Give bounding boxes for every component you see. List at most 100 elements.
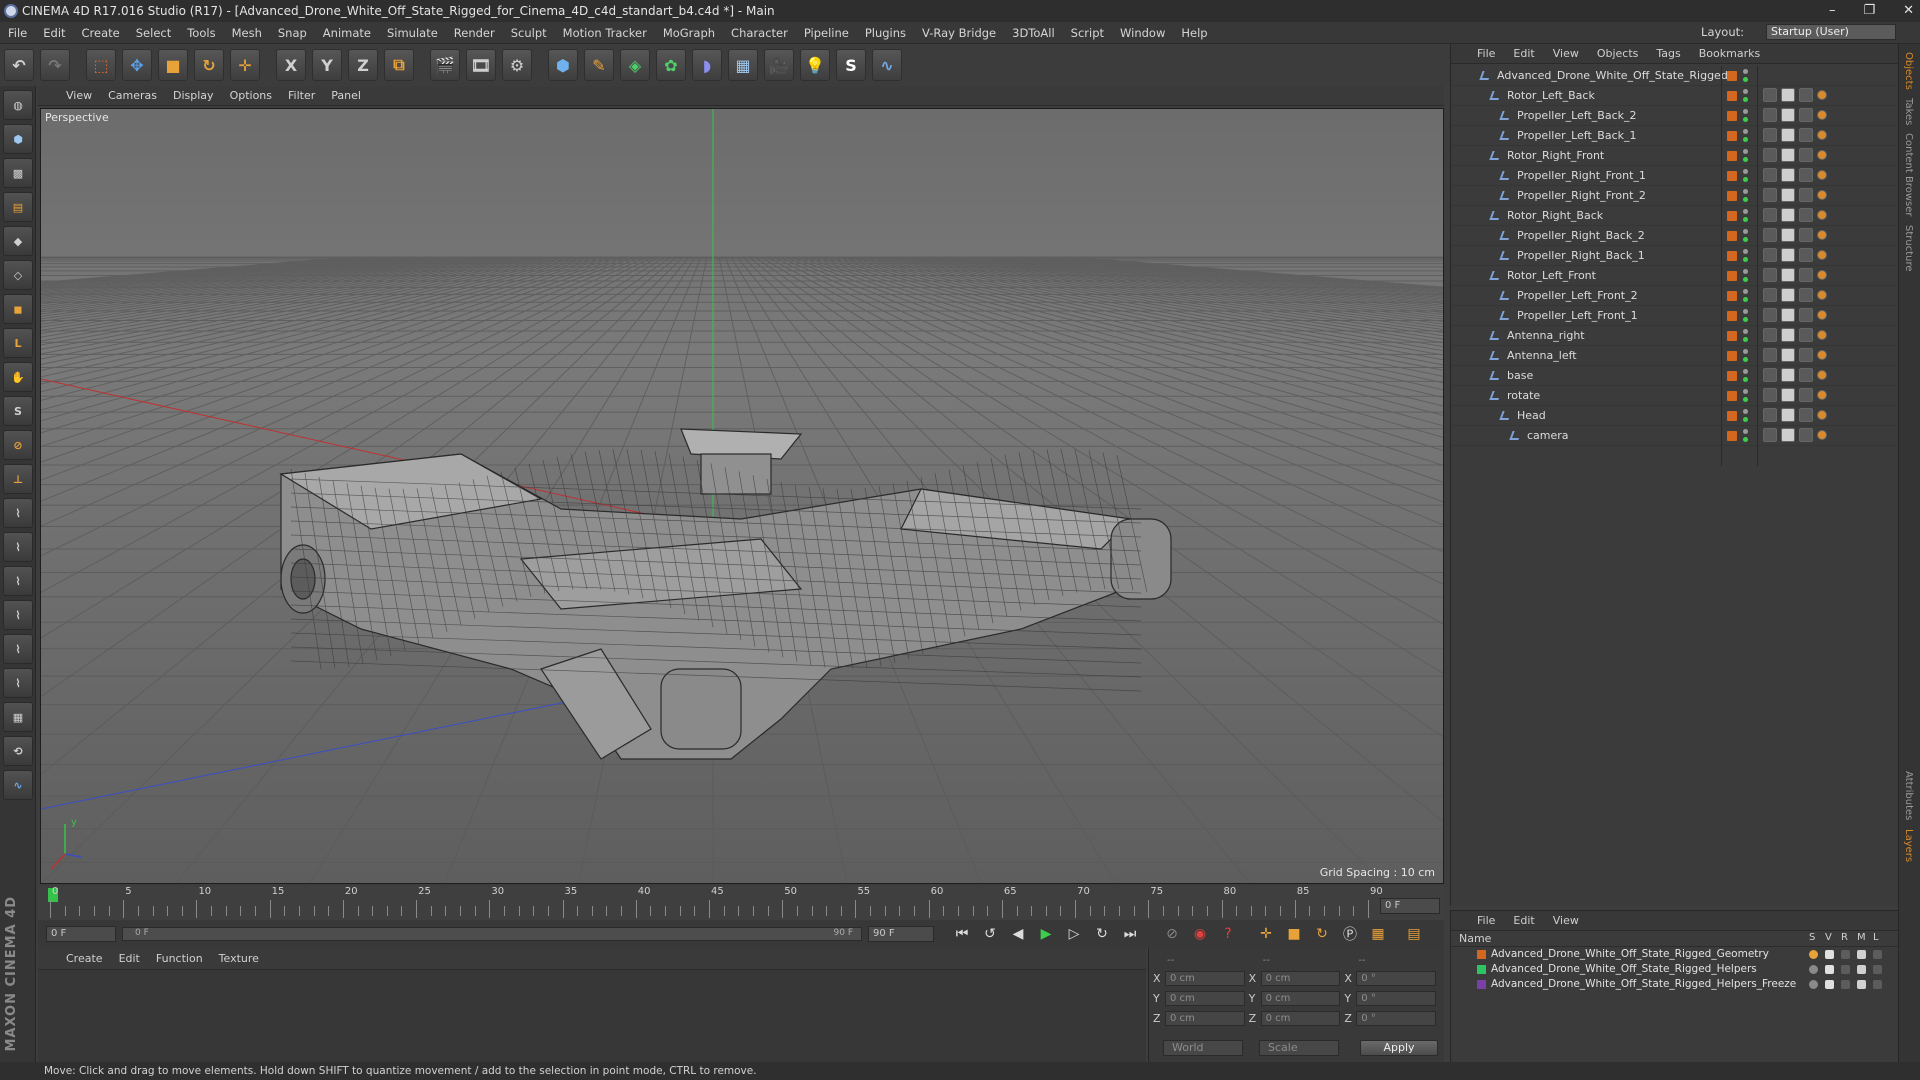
object-row[interactable]: Propeller_Left_Front_2 <box>1451 286 1899 306</box>
object-row[interactable]: Rotor_Left_Front <box>1451 266 1899 286</box>
render-visibility-dot[interactable] <box>1743 317 1748 322</box>
ik-tag-icon[interactable] <box>1817 110 1827 120</box>
position-x-field[interactable]: 0 cm <box>1164 970 1245 986</box>
constraint-tag-icon[interactable] <box>1763 408 1777 422</box>
object-row[interactable]: Propeller_Left_Back_2 <box>1451 106 1899 126</box>
checker-tag-icon[interactable] <box>1799 268 1813 282</box>
object-row[interactable]: base <box>1451 366 1899 386</box>
ik-tag-icon[interactable] <box>1817 250 1827 260</box>
layer-color-swatch[interactable] <box>1477 980 1486 989</box>
floor-icon[interactable]: ▦ <box>728 49 758 81</box>
menu-plugins[interactable]: Plugins <box>865 26 906 40</box>
checker-tag-icon[interactable] <box>1799 288 1813 302</box>
menu-character[interactable]: Character <box>731 26 788 40</box>
layer-color-swatch[interactable] <box>1727 151 1737 161</box>
rotation-key-icon[interactable]: ↻ <box>1310 923 1334 945</box>
object-row[interactable]: Rotor_Right_Front <box>1451 146 1899 166</box>
material-manager-area[interactable] <box>38 970 1146 1062</box>
editor-visibility-dot[interactable] <box>1743 129 1748 134</box>
tab-takes[interactable]: Takes <box>1903 98 1914 125</box>
protection-tag-icon[interactable] <box>1781 408 1795 422</box>
constraint-tag-icon[interactable] <box>1763 228 1777 242</box>
manager-toggle-icon[interactable] <box>1857 980 1866 989</box>
layer-menu-file[interactable]: File <box>1477 914 1495 927</box>
layer-color-swatch[interactable] <box>1727 251 1737 261</box>
checker-tag-icon[interactable] <box>1799 148 1813 162</box>
object-row[interactable]: Propeller_Right_Back_2 <box>1451 226 1899 246</box>
rotation-x-field[interactable]: 0 ° <box>1356 970 1437 986</box>
checker-tag-icon[interactable] <box>1799 168 1813 182</box>
tab-objects[interactable]: Objects <box>1903 52 1914 90</box>
constraint-tag-icon[interactable] <box>1763 428 1777 442</box>
layer-color-swatch[interactable] <box>1727 371 1737 381</box>
layer-color-swatch[interactable] <box>1727 231 1737 241</box>
solo-toggle-icon[interactable] <box>1809 980 1818 989</box>
render-visibility-dot[interactable] <box>1743 117 1748 122</box>
protection-tag-icon[interactable] <box>1781 348 1795 362</box>
lock-toggle-icon[interactable] <box>1873 980 1882 989</box>
protection-tag-icon[interactable] <box>1781 128 1795 142</box>
material-menu-texture[interactable]: Texture <box>219 952 259 965</box>
render-to-picture-viewer-icon[interactable]: 🎞 <box>466 49 496 81</box>
layer-color-swatch[interactable] <box>1727 211 1737 221</box>
menu-window[interactable]: Window <box>1120 26 1165 40</box>
ik-tag-icon[interactable] <box>1817 290 1827 300</box>
quantize-icon[interactable]: ⊥ <box>3 464 33 494</box>
rotation-y-field[interactable]: 0 ° <box>1356 990 1437 1006</box>
object-row[interactable]: Propeller_Right_Back_1 <box>1451 246 1899 266</box>
material-menu-edit[interactable]: Edit <box>119 952 140 965</box>
editor-visibility-dot[interactable] <box>1743 69 1748 74</box>
redo-button[interactable]: ↷ <box>40 49 70 81</box>
scale-mode-dropdown[interactable]: Scale <box>1259 1040 1339 1056</box>
material-menu-function[interactable]: Function <box>156 952 203 965</box>
edges-mode-icon[interactable]: ◇ <box>3 260 33 290</box>
layer-menu-edit[interactable]: Edit <box>1513 914 1534 927</box>
timeline-window-icon[interactable]: ▤ <box>1402 923 1426 945</box>
start-frame-field[interactable]: 0 F <box>46 926 116 942</box>
scale-tool-icon[interactable]: ■ <box>158 49 188 81</box>
points-mode-icon[interactable]: ◆ <box>3 226 33 256</box>
size-z-field[interactable]: 0 cm <box>1260 1010 1341 1026</box>
render-visibility-dot[interactable] <box>1743 297 1748 302</box>
menu-mograph[interactable]: MoGraph <box>663 26 715 40</box>
size-y-field[interactable]: 0 cm <box>1260 990 1341 1006</box>
model-mode-icon[interactable]: ⬢ <box>3 124 33 154</box>
camera-icon[interactable]: 🎥 <box>764 49 794 81</box>
next-frame-icon[interactable]: ▷ <box>1062 923 1086 945</box>
ik-tag-icon[interactable] <box>1817 350 1827 360</box>
position-y-field[interactable]: 0 cm <box>1164 990 1245 1006</box>
render-visibility-dot[interactable] <box>1743 97 1748 102</box>
object-menu-tags[interactable]: Tags <box>1656 47 1680 60</box>
layer-color-swatch[interactable] <box>1727 271 1737 281</box>
editor-visibility-dot[interactable] <box>1743 429 1748 434</box>
object-row[interactable]: rotate <box>1451 386 1899 406</box>
scale-key-icon[interactable]: ■ <box>1282 923 1306 945</box>
bend-tool-icon[interactable]: ⌇ <box>3 668 33 698</box>
constraint-tag-icon[interactable] <box>1763 308 1777 322</box>
editor-visibility-dot[interactable] <box>1743 349 1748 354</box>
record-active-icon[interactable]: ⊘ <box>1160 923 1184 945</box>
autokey-icon[interactable]: ◉ <box>1188 923 1212 945</box>
constraint-tag-icon[interactable] <box>1763 288 1777 302</box>
object-row[interactable]: Rotor_Left_Back <box>1451 86 1899 106</box>
menu-snap[interactable]: Snap <box>278 26 307 40</box>
material-menu-create[interactable]: Create <box>66 952 103 965</box>
grid-lock-icon[interactable]: ▦ <box>3 702 33 732</box>
editor-visibility-dot[interactable] <box>1743 309 1748 314</box>
checker-tag-icon[interactable] <box>1799 228 1813 242</box>
close-button[interactable]: ✕ <box>1903 0 1914 22</box>
y-axis-lock-button[interactable]: Y <box>312 49 342 81</box>
layer-menu-view[interactable]: View <box>1553 914 1579 927</box>
layer-color-swatch[interactable] <box>1727 111 1737 121</box>
constraint-tag-icon[interactable] <box>1763 208 1777 222</box>
viewport-menu-panel[interactable]: Panel <box>331 89 361 102</box>
layer-color-swatch[interactable] <box>1727 131 1737 141</box>
python-script-icon[interactable]: ∿ <box>3 770 33 800</box>
editor-visibility-dot[interactable] <box>1743 189 1748 194</box>
sculpt-tool-icon[interactable]: ⌇ <box>3 566 33 596</box>
current-frame-field[interactable]: 0 F <box>1380 898 1440 914</box>
layer-row[interactable]: Advanced_Drone_White_Off_State_Rigged_Ge… <box>1451 947 1898 962</box>
menu-script[interactable]: Script <box>1071 26 1104 40</box>
object-row[interactable]: Head <box>1451 406 1899 426</box>
render-visibility-dot[interactable] <box>1743 77 1748 82</box>
